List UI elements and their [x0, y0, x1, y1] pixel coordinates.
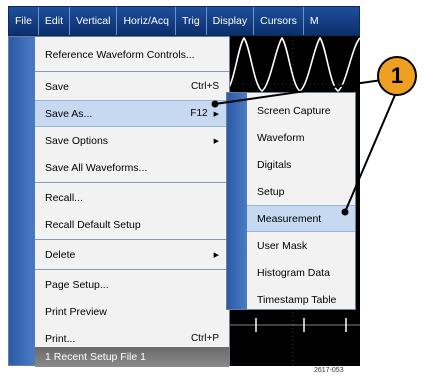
- figure-number: 2617-053: [314, 367, 344, 374]
- callout-leader-lines: [211, 79, 396, 216]
- callout-badge: 1: [377, 56, 417, 96]
